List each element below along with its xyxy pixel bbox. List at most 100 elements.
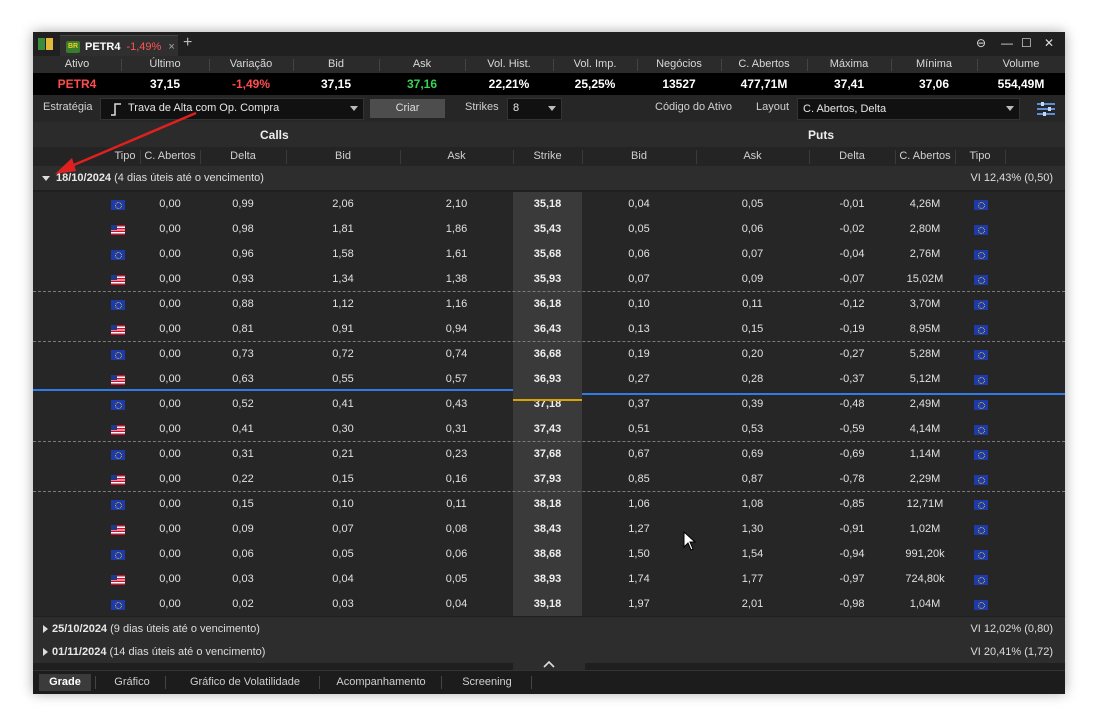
column-header-put-ask[interactable]: Ask — [696, 147, 809, 166]
cell-put-ask[interactable]: 0,05 — [696, 192, 809, 217]
cell-call-bid[interactable]: 0,10 — [286, 492, 400, 517]
cell-strike[interactable]: 38,93 — [513, 567, 582, 592]
cell-put-ask[interactable]: 0,39 — [696, 392, 809, 417]
cell-call-ask[interactable]: 1,38 — [400, 267, 513, 292]
cell-put-delta[interactable]: -0,04 — [809, 242, 895, 267]
cell-strike[interactable]: 37,43 — [513, 417, 582, 442]
cell-put-bid[interactable]: 0,13 — [582, 317, 696, 342]
add-tab-icon[interactable]: + — [183, 34, 192, 52]
cell-put-open-interest[interactable]: 15,02M — [895, 267, 955, 292]
cell-call-bid[interactable]: 0,04 — [286, 567, 400, 592]
cell-call-open-interest[interactable]: 0,00 — [140, 467, 200, 492]
cell-call-delta[interactable]: 0,81 — [200, 317, 286, 342]
cell-put-delta[interactable]: -0,07 — [809, 267, 895, 292]
cell-strike[interactable]: 37,93 — [513, 467, 582, 492]
cell-put-delta[interactable]: -0,01 — [809, 192, 895, 217]
column-header-put-type[interactable]: Tipo — [955, 147, 1005, 166]
cell-call-bid[interactable]: 0,41 — [286, 392, 400, 417]
cell-put-bid[interactable]: 0,37 — [582, 392, 696, 417]
cell-put-delta[interactable]: -0,78 — [809, 467, 895, 492]
bottom-tab-2[interactable]: Gráfico — [103, 674, 161, 691]
cell-call-open-interest[interactable]: 0,00 — [140, 442, 200, 467]
cell-put-bid[interactable]: 1,74 — [582, 567, 696, 592]
cell-strike[interactable]: 36,93 — [513, 367, 582, 392]
cell-call-open-interest[interactable]: 0,00 — [140, 317, 200, 342]
cell-call-bid[interactable]: 0,03 — [286, 592, 400, 617]
cell-call-bid[interactable]: 2,06 — [286, 192, 400, 217]
table-row[interactable]: 0,00 0,96 1,58 1,61 35,68 0,06 0,07 -0,04 2,76M — [33, 242, 1065, 267]
cell-put-bid[interactable]: 1,27 — [582, 517, 696, 542]
cell-call-delta[interactable]: 0,02 — [200, 592, 286, 617]
cell-put-bid[interactable]: 0,85 — [582, 467, 696, 492]
more-options-icon[interactable]: ⊖ — [976, 36, 986, 50]
cell-put-open-interest[interactable]: 1,04M — [895, 592, 955, 617]
cell-call-bid[interactable]: 0,05 — [286, 542, 400, 567]
column-header-call-delta[interactable]: Delta — [200, 147, 286, 166]
cell-call-bid[interactable]: 1,12 — [286, 292, 400, 317]
cell-call-open-interest[interactable]: 0,00 — [140, 567, 200, 592]
cell-put-open-interest[interactable]: 991,20k — [895, 542, 955, 567]
cell-put-open-interest[interactable]: 2,76M — [895, 242, 955, 267]
cell-call-bid[interactable]: 0,21 — [286, 442, 400, 467]
table-row[interactable]: 0,00 0,88 1,12 1,16 36,18 0,10 0,11 -0,12 3,70M — [33, 292, 1065, 317]
cell-put-delta[interactable]: -0,48 — [809, 392, 895, 417]
cell-put-open-interest[interactable]: 4,26M — [895, 192, 955, 217]
cell-call-open-interest[interactable]: 0,00 — [140, 392, 200, 417]
cell-put-bid[interactable]: 1,50 — [582, 542, 696, 567]
cell-strike[interactable]: 38,43 — [513, 517, 582, 542]
cell-call-delta[interactable]: 0,93 — [200, 267, 286, 292]
cell-call-bid[interactable]: 0,91 — [286, 317, 400, 342]
cell-put-ask[interactable]: 1,08 — [696, 492, 809, 517]
table-row[interactable]: 0,00 0,73 0,72 0,74 36,68 0,19 0,20 -0,27 5,28M — [33, 342, 1065, 367]
cell-call-ask[interactable]: 2,10 — [400, 192, 513, 217]
table-row[interactable]: 0,00 0,98 1,81 1,86 35,43 0,05 0,06 -0,02 2,80M — [33, 217, 1065, 242]
collapse-icon[interactable] — [42, 176, 50, 181]
cell-strike[interactable]: 35,43 — [513, 217, 582, 242]
cell-put-ask[interactable]: 0,06 — [696, 217, 809, 242]
cell-call-open-interest[interactable]: 0,00 — [140, 417, 200, 442]
cell-put-delta[interactable]: -0,94 — [809, 542, 895, 567]
cell-call-ask[interactable]: 0,31 — [400, 417, 513, 442]
cell-put-ask[interactable]: 2,01 — [696, 592, 809, 617]
cell-put-ask[interactable]: 0,09 — [696, 267, 809, 292]
table-row[interactable]: 0,00 0,52 0,41 0,43 37,18 0,37 0,39 -0,48 2,49M — [33, 392, 1065, 417]
column-header-put-delta[interactable]: Delta — [809, 147, 895, 166]
cell-put-delta[interactable]: -0,12 — [809, 292, 895, 317]
column-header-call-ask[interactable]: Ask — [400, 147, 513, 166]
bottom-tab-3[interactable]: Gráfico de Volatilidade — [175, 674, 315, 691]
cell-strike[interactable]: 37,68 — [513, 442, 582, 467]
close-window-icon[interactable]: ✕ — [1044, 36, 1054, 50]
cell-put-bid[interactable]: 1,06 — [582, 492, 696, 517]
cell-put-delta[interactable]: -0,19 — [809, 317, 895, 342]
cell-strike[interactable]: 37,18 — [513, 392, 582, 417]
cell-put-delta[interactable]: -0,37 — [809, 367, 895, 392]
cell-call-delta[interactable]: 0,52 — [200, 392, 286, 417]
cell-put-delta[interactable]: -0,97 — [809, 567, 895, 592]
cell-call-ask[interactable]: 0,94 — [400, 317, 513, 342]
bottom-tab-1[interactable]: Grade — [39, 674, 91, 691]
cell-call-bid[interactable]: 1,34 — [286, 267, 400, 292]
cell-put-bid[interactable]: 0,51 — [582, 417, 696, 442]
cell-strike[interactable]: 36,18 — [513, 292, 582, 317]
table-row[interactable]: 0,00 0,41 0,30 0,31 37,43 0,51 0,53 -0,59 4,14M — [33, 417, 1065, 442]
cell-call-ask[interactable]: 0,08 — [400, 517, 513, 542]
expand-icon[interactable] — [43, 625, 48, 633]
cell-call-delta[interactable]: 0,98 — [200, 217, 286, 242]
cell-put-bid[interactable]: 0,67 — [582, 442, 696, 467]
cell-call-delta[interactable]: 0,88 — [200, 292, 286, 317]
cell-call-open-interest[interactable]: 0,00 — [140, 267, 200, 292]
cell-call-bid[interactable]: 1,81 — [286, 217, 400, 242]
cell-call-ask[interactable]: 0,05 — [400, 567, 513, 592]
cell-call-delta[interactable]: 0,06 — [200, 542, 286, 567]
cell-strike[interactable]: 35,68 — [513, 242, 582, 267]
bottom-tab-4[interactable]: Acompanhamento — [325, 674, 437, 691]
cell-call-ask[interactable]: 0,23 — [400, 442, 513, 467]
cell-strike[interactable]: 38,68 — [513, 542, 582, 567]
cell-put-delta[interactable]: -0,02 — [809, 217, 895, 242]
cell-call-ask[interactable]: 0,43 — [400, 392, 513, 417]
cell-put-open-interest[interactable]: 5,28M — [895, 342, 955, 367]
expiration-row-2[interactable]: 25/10/2024 (9 dias úteis até o venciment… — [33, 617, 1065, 641]
cell-strike[interactable]: 35,18 — [513, 192, 582, 217]
cell-put-ask[interactable]: 1,77 — [696, 567, 809, 592]
cell-put-ask[interactable]: 0,11 — [696, 292, 809, 317]
